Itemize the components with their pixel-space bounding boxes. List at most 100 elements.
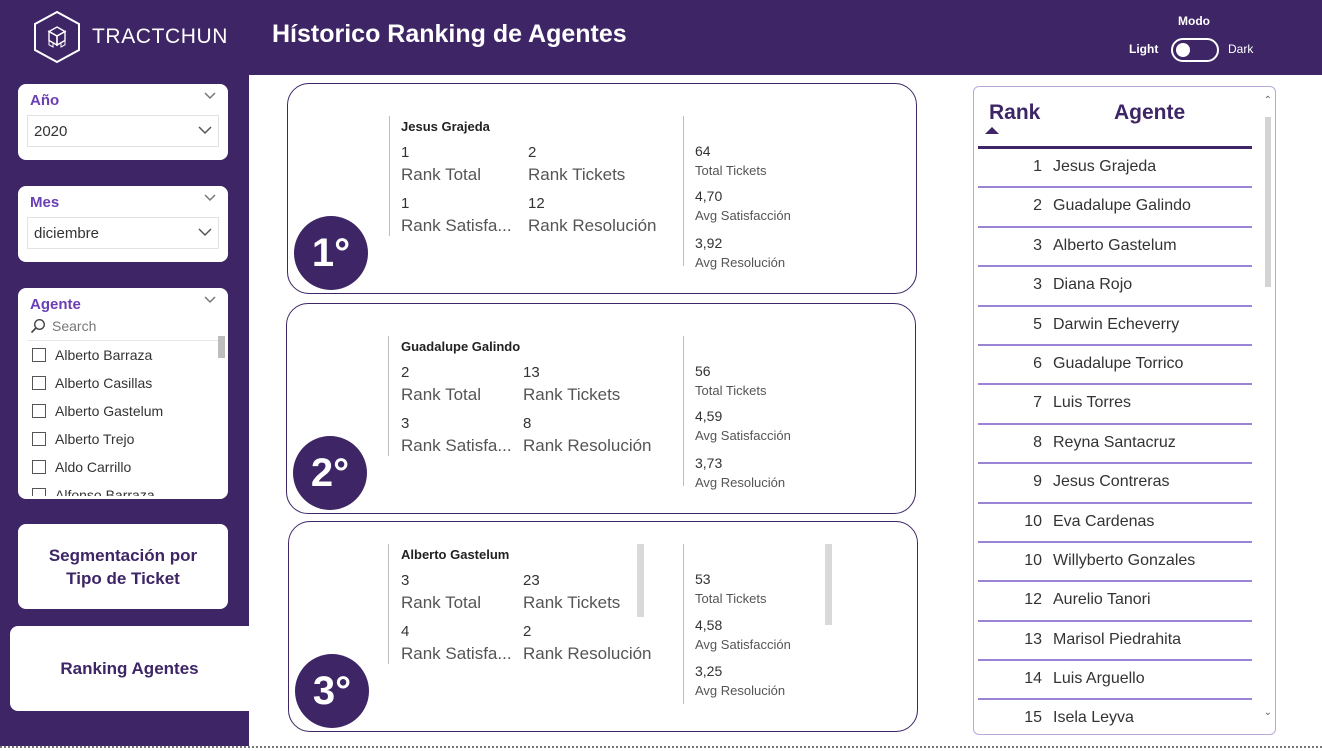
agent-option-label: Aldo Carrillo <box>55 459 132 475</box>
year-dropdown[interactable]: 2020 <box>27 115 219 147</box>
list-item[interactable]: Alberto Barraza <box>28 341 224 369</box>
table-row[interactable]: 2 Guadalupe Galindo <box>978 188 1252 228</box>
agente-cell: Darwin Echeverry <box>1053 315 1180 333</box>
month-slicer: Mes diciembre <box>18 186 228 262</box>
table-row[interactable]: 3 Alberto Gastelum <box>978 228 1252 268</box>
table-row[interactable]: 5 Darwin Echeverry <box>978 307 1252 346</box>
theme-toggle[interactable] <box>1171 38 1219 62</box>
rank-badge: 2° <box>293 436 367 510</box>
agente-cell: Jesus Grajeda <box>1053 158 1157 175</box>
rank-cell: 2 <box>1033 197 1042 215</box>
rank-tickets-label: Rank Tickets <box>528 165 626 184</box>
agente-cell: Willyberto Gonzales <box>1053 551 1196 569</box>
rank-resolucion-value: 12 <box>528 195 545 212</box>
light-label: Light <box>1129 42 1159 56</box>
checkbox[interactable] <box>32 348 46 362</box>
divider <box>683 116 684 266</box>
checkbox[interactable] <box>32 488 46 496</box>
checkbox[interactable] <box>32 404 46 418</box>
divider <box>388 544 389 664</box>
agente-cell: Guadalupe Torrico <box>1053 354 1184 372</box>
chevron-down-icon[interactable] <box>204 92 216 100</box>
agente-cell: Isela Leyva <box>1053 709 1134 727</box>
column-header-rank[interactable]: Rank <box>989 101 1040 125</box>
agent-search-input[interactable]: Search <box>30 318 96 334</box>
list-item[interactable]: Alberto Gastelum <box>28 397 224 425</box>
card-scrollbar[interactable] <box>825 544 832 625</box>
cube-hex-logo-icon <box>34 10 80 64</box>
segmentacion-nav-button[interactable]: Segmentación por Tipo de Ticket <box>18 524 228 609</box>
rank-total-value: 1 <box>401 144 410 161</box>
agent-card-1: 1° Jesus Grajeda 1 Rank Total 2 Rank Tic… <box>287 83 917 294</box>
rank-cell: 6 <box>1033 354 1042 372</box>
rank-cell: 8 <box>1033 433 1042 451</box>
month-dropdown[interactable]: diciembre <box>27 217 219 249</box>
total-tickets-value: 64 <box>695 143 711 159</box>
agent-name: Guadalupe Galindo <box>401 339 521 354</box>
table-row[interactable]: 1 Jesus Grajeda <box>978 149 1252 189</box>
table-row[interactable]: 8 Reyna Santacruz <box>978 425 1252 465</box>
table-scrollbar[interactable] <box>1265 117 1271 287</box>
agent-option-label: Alberto Barraza <box>55 347 153 363</box>
rank-cell: 10 <box>1024 551 1042 569</box>
list-item[interactable]: Alfonso Barraza <box>28 481 224 496</box>
rank-cell: 9 <box>1033 473 1042 491</box>
agent-options-list[interactable]: Alberto Barraza Alberto Casillas Alberto… <box>28 340 224 496</box>
rank-total-label: Rank Total <box>401 165 482 184</box>
avg-satisfaccion-value: 4,59 <box>695 408 723 424</box>
list-item[interactable]: Aldo Carrillo <box>28 453 224 481</box>
year-slicer: Año 2020 <box>18 84 228 160</box>
checkbox[interactable] <box>32 376 46 390</box>
sort-ascending-icon <box>985 127 999 134</box>
rank-badge: 1° <box>294 216 368 290</box>
card-scrollbar[interactable] <box>637 544 644 617</box>
agent-search-placeholder: Search <box>52 318 97 334</box>
rank-resolucion-label: Rank Resolución <box>523 644 652 663</box>
checkbox[interactable] <box>32 432 46 446</box>
table-body: 1 Jesus Grajeda 2 Guadalupe Galindo 3 Alber… <box>978 149 1252 734</box>
bottom-border <box>0 746 1322 748</box>
agente-cell: Jesus Contreras <box>1053 473 1170 491</box>
rank-cell: 10 <box>1024 512 1042 530</box>
rank-satisfaccion-value: 4 <box>401 623 410 640</box>
checkbox[interactable] <box>32 460 46 474</box>
avg-satisfaccion-value: 4,58 <box>695 617 723 633</box>
column-header-agente[interactable]: Agente <box>1114 101 1185 125</box>
table-row[interactable]: 15 Isela Leyva <box>978 700 1252 734</box>
year-slicer-label: Año <box>30 92 60 109</box>
ranking-nav-label: Ranking Agentes <box>60 659 199 678</box>
table-row[interactable]: 14 Luis Arguello <box>978 661 1252 701</box>
year-dropdown-value: 2020 <box>34 122 68 140</box>
list-item[interactable]: Alberto Trejo <box>28 425 224 453</box>
agent-list-scrollbar[interactable] <box>218 336 225 358</box>
table-row[interactable]: 13 Marisol Piedrahita <box>978 622 1252 662</box>
table-row[interactable]: 3 Diana Rojo <box>978 267 1252 307</box>
divider <box>389 116 390 236</box>
total-tickets-label: Total Tickets <box>695 383 767 398</box>
list-item[interactable]: Alberto Casillas <box>28 369 224 397</box>
agente-cell: Reyna Santacruz <box>1053 433 1176 451</box>
table-row[interactable]: 10 Eva Cardenas <box>978 504 1252 543</box>
avg-satisfaccion-label: Avg Satisfacción <box>695 637 791 652</box>
table-row[interactable]: 6 Guadalupe Torrico <box>978 346 1252 386</box>
rank-total-value: 2 <box>401 364 410 381</box>
table-row[interactable]: 12 Aurelio Tanori <box>978 582 1252 622</box>
ranking-nav-button[interactable]: Ranking Agentes <box>10 626 249 711</box>
month-slicer-label: Mes <box>30 194 60 211</box>
rank-cell: 13 <box>1024 630 1042 648</box>
total-tickets-label: Total Tickets <box>695 591 767 606</box>
scroll-up-icon[interactable]: ⌃ <box>1264 95 1272 106</box>
table-row[interactable]: 7 Luis Torres <box>978 385 1252 425</box>
logo: TRACTCHUN <box>32 10 228 64</box>
rank-tickets-value: 2 <box>528 144 537 161</box>
chevron-down-icon[interactable] <box>204 296 216 304</box>
agente-cell: Marisol Piedrahita <box>1053 630 1182 648</box>
table-row[interactable]: 10 Willyberto Gonzales <box>978 543 1252 583</box>
rank-tickets-value: 13 <box>523 364 540 381</box>
rank-cell: 3 <box>1033 276 1042 294</box>
chevron-down-icon[interactable] <box>204 194 216 202</box>
table-row[interactable]: 9 Jesus Contreras <box>978 464 1252 504</box>
scroll-down-icon[interactable]: ⌄ <box>1264 707 1272 718</box>
rank-cell: 12 <box>1024 591 1042 609</box>
rank-cell: 15 <box>1024 709 1042 727</box>
